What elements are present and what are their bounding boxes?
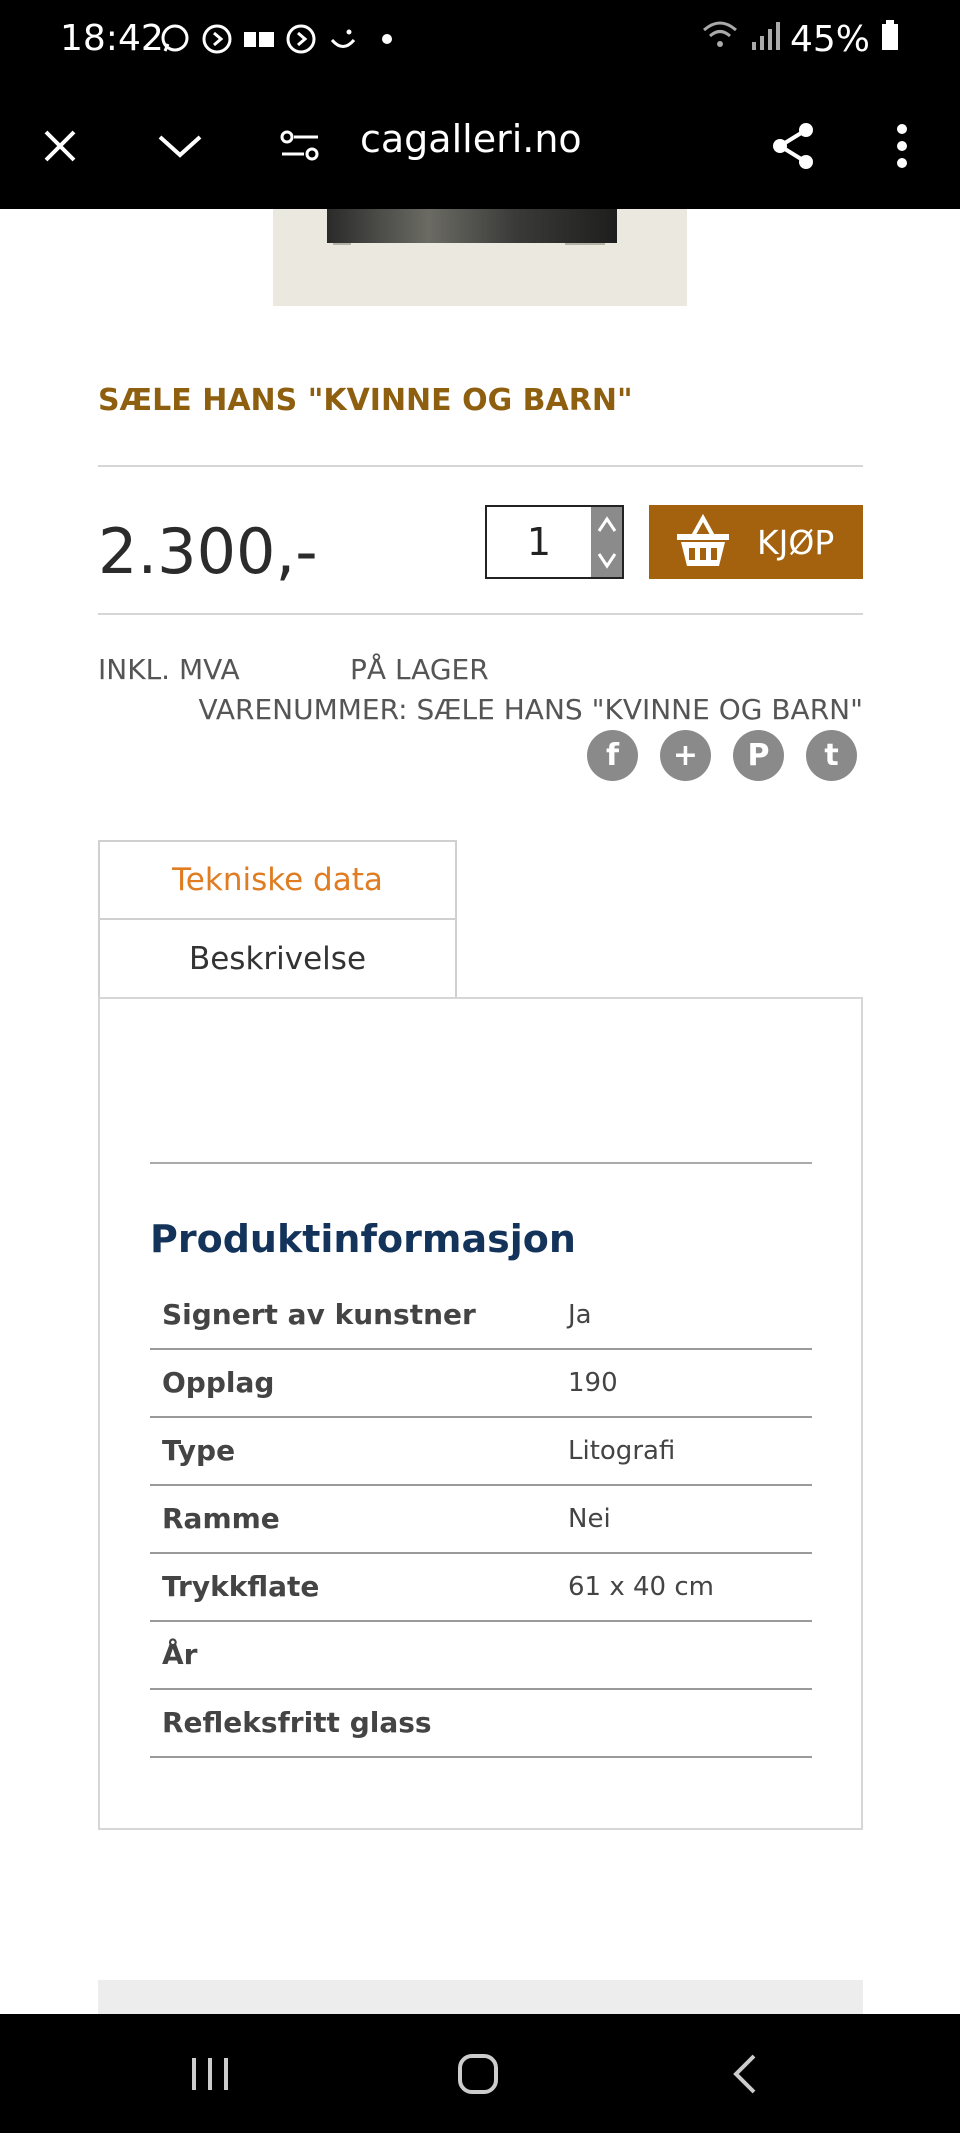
spec-key: Ramme	[162, 1502, 280, 1535]
table-row: Signert av kunstner Ja	[150, 1282, 812, 1350]
product-image[interactable]	[273, 209, 687, 306]
artist-signature	[565, 243, 605, 245]
site-settings-icon[interactable]	[268, 114, 332, 178]
spec-key: Refleksfritt glass	[162, 1706, 432, 1739]
table-row: Ramme Nei	[150, 1486, 812, 1554]
buy-label: KJØP	[757, 522, 835, 562]
twitter-icon[interactable]: t	[806, 730, 857, 781]
chevron-down-icon[interactable]	[148, 114, 212, 178]
battery-icon	[880, 18, 900, 61]
social-share: f + P t	[587, 730, 857, 781]
specs-table: Signert av kunstner Ja Opplag 190 Type L…	[150, 1282, 812, 1758]
quantity-stepper[interactable]: 1	[485, 505, 624, 579]
panel-divider	[150, 1162, 812, 1164]
spec-key: Signert av kunstner	[162, 1298, 476, 1331]
divider	[98, 613, 863, 615]
battery-percent: 45%	[789, 19, 870, 60]
product-info-heading: Produktinformasjon	[150, 1217, 576, 1261]
buy-button[interactable]: KJØP	[649, 505, 863, 579]
stock-status: PÅ LAGER	[350, 653, 489, 686]
table-row: Refleksfritt glass	[150, 1690, 812, 1758]
more-notifications-dot	[382, 34, 392, 44]
system-nav-bar	[0, 2014, 960, 2133]
browser-toolbar: cagalleri.no	[0, 84, 960, 209]
spec-key: År	[162, 1638, 198, 1671]
status-right: 45%	[700, 18, 900, 61]
edition-mark	[333, 243, 351, 245]
divider	[98, 465, 863, 467]
spec-value: Nei	[568, 1504, 611, 1534]
table-row: År	[150, 1622, 812, 1690]
media-icon	[200, 22, 234, 56]
media-icon-2	[284, 22, 318, 56]
tab-tekniske-data[interactable]: Tekniske data	[98, 840, 457, 920]
spec-key: Opplag	[162, 1366, 275, 1399]
spec-value: Litografi	[568, 1436, 676, 1466]
status-bar: 18:42 45%	[0, 0, 960, 84]
table-row: Opplag 190	[150, 1350, 812, 1418]
signal-icon	[750, 18, 780, 61]
card-icon	[242, 22, 276, 56]
spec-value: 61 x 40 cm	[568, 1572, 714, 1602]
close-icon[interactable]	[28, 114, 92, 178]
spec-key: Type	[162, 1434, 236, 1467]
spec-value: 190	[568, 1368, 618, 1398]
recent-apps-icon[interactable]	[180, 2044, 240, 2104]
sku-label: VARENUMMER: SÆLE HANS "KVINNE OG BARN"	[198, 693, 863, 726]
status-time: 18:42	[60, 18, 164, 59]
spec-value: Ja	[568, 1300, 592, 1330]
more-menu-icon[interactable]	[870, 114, 934, 178]
notification-icons	[158, 22, 392, 56]
vat-label: INKL. MVA	[98, 653, 240, 686]
share-icon[interactable]	[762, 114, 826, 178]
facebook-icon[interactable]: f	[587, 730, 638, 781]
footer-strip	[98, 1980, 863, 2014]
table-row: Type Litografi	[150, 1418, 812, 1486]
quantity-input[interactable]: 1	[487, 507, 591, 577]
product-price: 2.300,-	[98, 515, 318, 588]
back-icon[interactable]	[716, 2044, 776, 2104]
basket-icon	[663, 505, 743, 579]
tab-beskrivelse[interactable]: Beskrivelse	[98, 920, 457, 999]
pinterest-icon[interactable]: P	[733, 730, 784, 781]
chevron-up-icon[interactable]	[591, 507, 622, 542]
whatsapp-icon	[158, 22, 192, 56]
home-icon[interactable]	[448, 2044, 508, 2104]
artwork-print	[327, 209, 617, 243]
url-text[interactable]: cagalleri.no	[360, 117, 582, 161]
product-title: SÆLE HANS "KVINNE OG BARN"	[98, 383, 633, 418]
quantity-spinner[interactable]	[591, 507, 622, 577]
table-row: Trykkflate 61 x 40 cm	[150, 1554, 812, 1622]
spec-key: Trykkflate	[162, 1570, 320, 1603]
chevron-down-small-icon[interactable]	[591, 542, 622, 577]
tab-panel: Produktinformasjon Signert av kunstner J…	[98, 997, 863, 1830]
smile-icon	[326, 22, 360, 56]
add-icon[interactable]: +	[660, 730, 711, 781]
wifi-icon	[700, 18, 740, 61]
